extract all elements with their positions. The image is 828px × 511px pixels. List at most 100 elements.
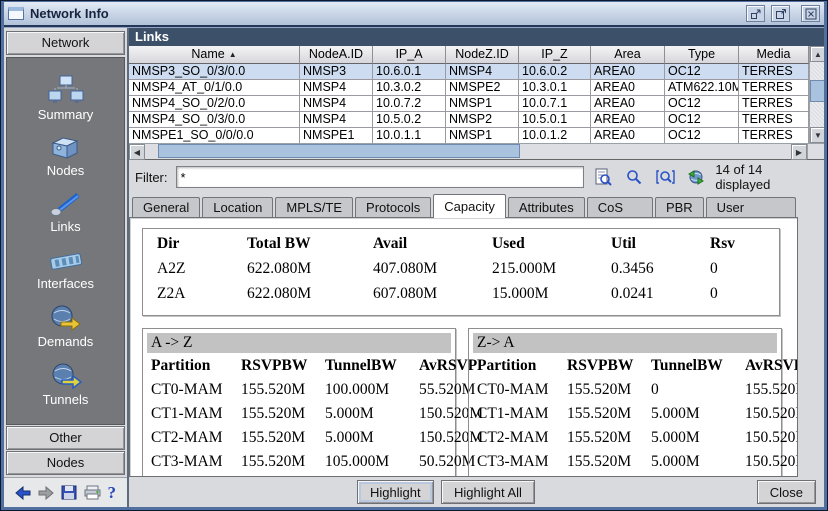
tab-pbr[interactable]: PBR (655, 197, 704, 218)
summary-col-totalbw: Total BW (247, 235, 373, 253)
titlebar-drag-area[interactable] (125, 2, 740, 25)
document-search-icon (594, 168, 612, 186)
vertical-scroll-thumb[interactable] (810, 80, 824, 102)
tab-location[interactable]: Location (202, 197, 273, 218)
filter-refresh-network-button[interactable] (685, 166, 708, 188)
demands-globe-icon (48, 304, 82, 332)
column-header-name[interactable]: Name▲ (129, 46, 300, 64)
table-row[interactable]: NMSP4_SO_0/2/0.0NMSP410.0.7.2NMSP110.0.7… (129, 96, 809, 112)
scroll-down-icon[interactable]: ▼ (810, 127, 824, 143)
tab-attributes[interactable]: Attributes (508, 197, 585, 218)
filter-label: Filter: (135, 170, 168, 185)
float-window-button[interactable] (746, 5, 765, 22)
sidebar-item-nodes[interactable]: Nodes (47, 135, 85, 178)
close-window-button[interactable] (801, 5, 820, 22)
summary-col-util: Util (611, 235, 710, 253)
interfaces-connector-icon (47, 248, 85, 274)
sidebar: Network Summary (4, 28, 129, 507)
column-header-ip-a[interactable]: IP_A (373, 46, 446, 64)
table-row[interactable]: NMSP3_SO_0/3/0.0NMSP310.6.0.1NMSP410.6.0… (129, 64, 809, 80)
tab-capacity[interactable]: Capacity (433, 194, 506, 218)
filter-status: 14 of 14 displayed (715, 162, 816, 192)
sidebar-item-summary[interactable]: Summary (38, 75, 94, 122)
sidebar-item-label: Interfaces (37, 276, 94, 291)
filter-search-area-button[interactable] (654, 166, 677, 188)
z2a-partition-table: Z-> A PartitionRSVPBWTunnelBWAvRSVP CT0-… (468, 328, 782, 477)
main-panel: Links Name▲ NodeA.ID IP_A NodeZ.ID IP_Z … (129, 28, 824, 507)
tab-protocols[interactable]: Protocols (355, 197, 431, 218)
sidebar-item-label: Nodes (47, 163, 85, 178)
tab-bar: General Location MPLS/TE Protocols Capac… (129, 194, 798, 218)
links-cable-icon (48, 191, 84, 217)
float-icon (750, 8, 762, 20)
summary-col-dir: Dir (157, 235, 247, 253)
highlight-button[interactable]: Highlight (357, 480, 434, 504)
tunnels-globe-icon (49, 362, 83, 390)
summary-col-avail: Avail (373, 235, 492, 253)
close-icon (805, 8, 817, 20)
column-header-nodea-id[interactable]: NodeA.ID (300, 46, 373, 64)
sidebar-toolbar: ? (4, 477, 127, 507)
window-icon (8, 7, 24, 20)
horizontal-scroll-thumb[interactable] (158, 144, 520, 158)
highlight-all-button[interactable]: Highlight All (441, 480, 535, 504)
sidebar-nav-panel: Summary Nodes (6, 57, 125, 425)
titlebar[interactable]: Network Info (4, 2, 824, 27)
sidebar-item-label: Links (50, 219, 80, 234)
links-table-header-row: Name▲ NodeA.ID IP_A NodeZ.ID IP_Z Area T… (129, 46, 809, 64)
sort-asc-icon: ▲ (229, 46, 237, 63)
back-icon[interactable] (15, 486, 31, 500)
sidebar-item-demands[interactable]: Demands (38, 304, 94, 349)
capacity-tab-panel: Dir Total BW Avail Used Util Rsv A2Z622.… (129, 217, 798, 477)
save-icon[interactable] (61, 485, 77, 500)
column-header-nodez-id[interactable]: NodeZ.ID (446, 46, 519, 64)
column-header-media[interactable]: Media (739, 46, 809, 64)
filter-search-button[interactable] (623, 166, 646, 188)
filter-input[interactable] (176, 166, 584, 188)
sidebar-item-interfaces[interactable]: Interfaces (37, 248, 94, 291)
tab-general[interactable]: General (132, 197, 200, 218)
table-row[interactable]: NMSPE1_SO_0/0/0.0NMSPE110.0.1.1NMSP110.0… (129, 128, 809, 143)
sidebar-item-label: Summary (38, 107, 94, 122)
help-icon[interactable]: ? (108, 483, 117, 503)
tab-cos-policy[interactable]: CoS Policy (587, 197, 653, 218)
capacity-summary-table: Dir Total BW Avail Used Util Rsv A2Z622.… (142, 228, 780, 316)
scroll-up-icon[interactable]: ▲ (810, 46, 824, 62)
scroll-right-icon[interactable]: ▶ (791, 144, 807, 160)
search-area-icon (656, 169, 675, 185)
footer-bar: Highlight Highlight All Close (129, 477, 824, 507)
print-icon[interactable] (84, 485, 101, 500)
nodes-box-icon (47, 135, 83, 161)
nodes-button[interactable]: Nodes (6, 451, 125, 475)
column-header-type[interactable]: Type (665, 46, 739, 64)
tab-user-parameters[interactable]: User Parameters (706, 197, 796, 218)
vertical-scrollbar[interactable]: ▲ ▼ (809, 46, 824, 143)
sidebar-item-tunnels[interactable]: Tunnels (43, 362, 89, 407)
search-icon (626, 169, 642, 185)
scroll-left-icon[interactable]: ◀ (129, 144, 145, 160)
column-header-area[interactable]: Area (591, 46, 665, 64)
maximize-window-button[interactable] (771, 5, 790, 22)
summary-col-rsv: Rsv (710, 235, 779, 253)
scrollbar-corner (807, 144, 824, 159)
close-button[interactable]: Close (757, 480, 816, 504)
other-button[interactable]: Other (6, 426, 125, 450)
sidebar-item-label: Tunnels (43, 392, 89, 407)
summary-computers-icon (47, 75, 85, 105)
filter-bar: Filter: 14 of 14 displayed (129, 160, 824, 194)
tab-mpls-te[interactable]: MPLS/TE (275, 197, 353, 218)
forward-icon[interactable] (38, 486, 54, 500)
horizontal-scrollbar[interactable]: ◀ ▶ (129, 143, 824, 159)
z2a-table-title: Z-> A (473, 333, 777, 353)
table-row[interactable]: NMSP4_AT_0/1/0.0NMSP410.3.0.2NMSPE210.3.… (129, 80, 809, 96)
maximize-icon (775, 8, 787, 20)
table-row[interactable]: NMSP4_SO_0/3/0.0NMSP410.5.0.2NMSP210.5.0… (129, 112, 809, 128)
network-button[interactable]: Network (6, 31, 125, 55)
window-title: Network Info (30, 6, 119, 21)
network-info-window: Network Info Network (0, 0, 828, 511)
column-header-ip-z[interactable]: IP_Z (519, 46, 591, 64)
filter-preview-button[interactable] (592, 166, 615, 188)
sidebar-item-label: Demands (38, 334, 94, 349)
sidebar-item-links[interactable]: Links (48, 191, 84, 234)
summary-col-used: Used (492, 235, 611, 253)
